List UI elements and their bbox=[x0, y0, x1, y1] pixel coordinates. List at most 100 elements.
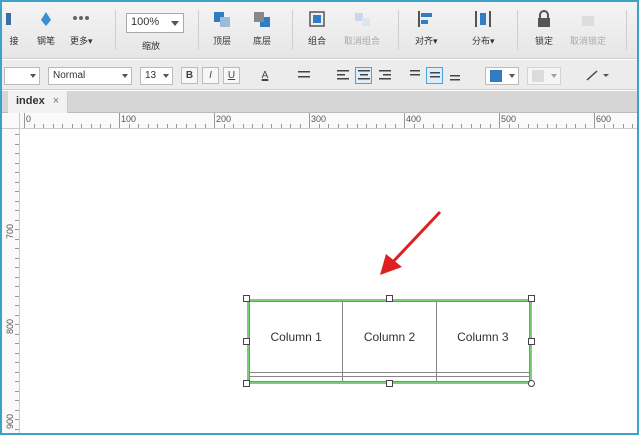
ruler-tick bbox=[15, 381, 19, 382]
bullet-list-button[interactable] bbox=[295, 67, 312, 84]
table-header-cell[interactable]: Column 1 bbox=[248, 301, 344, 373]
ruler-tick bbox=[489, 124, 491, 128]
ruler-tick bbox=[366, 124, 367, 128]
align-left-button[interactable] bbox=[334, 67, 351, 84]
ruler-tick bbox=[527, 124, 529, 128]
ungroup-button[interactable]: 取消组合 bbox=[344, 10, 380, 47]
pen-tool[interactable]: 钢笔 bbox=[36, 10, 56, 47]
chevron-down-icon bbox=[509, 74, 515, 78]
resize-handle-left[interactable] bbox=[243, 338, 250, 345]
ruler-tick bbox=[480, 124, 481, 128]
rotate-handle[interactable] bbox=[528, 380, 535, 387]
table-cell[interactable] bbox=[435, 376, 531, 382]
align-center-button[interactable] bbox=[355, 67, 372, 84]
bring-to-front-button[interactable]: 顶层 bbox=[212, 10, 232, 47]
ruler-tick bbox=[15, 191, 19, 192]
ruler-tick bbox=[404, 113, 405, 128]
bring-to-front-icon bbox=[214, 12, 230, 27]
ruler-tick bbox=[537, 124, 538, 128]
table-header-row: Column 1 Column 2 Column 3 bbox=[248, 301, 531, 373]
ruler-tick bbox=[242, 124, 244, 128]
table-header-cell[interactable]: Column 2 bbox=[342, 301, 437, 373]
resize-handle-right[interactable] bbox=[528, 338, 535, 345]
ruler-tick bbox=[508, 124, 510, 128]
valign-middle-button[interactable] bbox=[426, 67, 443, 84]
unlock-button[interactable]: 取消锁定 bbox=[570, 10, 606, 47]
more-icon bbox=[73, 16, 90, 20]
style-select[interactable]: Normal bbox=[48, 67, 132, 85]
ungroup-icon bbox=[355, 13, 370, 26]
ruler-tick bbox=[15, 419, 19, 420]
design-canvas[interactable] bbox=[21, 130, 637, 433]
valign-top-button[interactable] bbox=[406, 67, 423, 84]
distribute-icon bbox=[475, 11, 492, 27]
chevron-down-icon bbox=[30, 74, 36, 78]
valign-bottom-icon bbox=[449, 75, 460, 81]
ruler-tick bbox=[15, 229, 19, 230]
font-family-select[interactable] bbox=[4, 67, 40, 85]
ruler-tick bbox=[109, 124, 111, 128]
main-toolbar: 接 钢笔 更多▾ 100% 缩放 顶层 底层 组合 取消组合 对齐▾ 分布▾ 锁… bbox=[2, 2, 637, 59]
ruler-tick bbox=[546, 124, 548, 128]
ruler-tick bbox=[584, 124, 586, 128]
resize-handle-top[interactable] bbox=[386, 295, 393, 302]
group-button[interactable]: 组合 bbox=[307, 10, 327, 47]
ruler-corner bbox=[2, 113, 20, 129]
resize-handle-top-right[interactable] bbox=[528, 295, 535, 302]
border-color-picker[interactable] bbox=[527, 67, 561, 85]
ruler-tick bbox=[15, 286, 19, 287]
ruler-tick bbox=[185, 124, 187, 128]
border-color-swatch bbox=[532, 70, 544, 82]
line-style-button[interactable] bbox=[584, 67, 614, 84]
ruler-tick bbox=[15, 153, 19, 154]
ruler-tick bbox=[24, 113, 25, 128]
valign-bottom-button[interactable] bbox=[446, 67, 463, 84]
ruler-tick bbox=[128, 124, 130, 128]
align-icon bbox=[418, 11, 433, 27]
font-size-select[interactable]: 13 bbox=[140, 67, 173, 85]
italic-button[interactable]: I bbox=[202, 67, 219, 84]
ruler-tick bbox=[299, 124, 301, 128]
table-widget[interactable]: Column 1 Column 2 Column 3 bbox=[247, 299, 532, 384]
ruler-tick bbox=[15, 352, 19, 354]
ruler-tick bbox=[15, 134, 19, 135]
ruler-label: 600 bbox=[596, 114, 612, 124]
resize-handle-bottom[interactable] bbox=[386, 380, 393, 387]
align-right-button[interactable] bbox=[376, 67, 393, 84]
ruler-tick bbox=[15, 371, 19, 373]
table-header-cell[interactable]: Column 3 bbox=[435, 301, 531, 373]
underline-button[interactable]: U bbox=[223, 67, 240, 84]
lock-button[interactable]: 锁定 bbox=[534, 10, 554, 47]
more-tools-button[interactable]: 更多▾ bbox=[70, 10, 93, 47]
app-window: 接 钢笔 更多▾ 100% 缩放 顶层 底层 组合 取消组合 对齐▾ 分布▾ 锁… bbox=[0, 0, 639, 435]
lock-icon bbox=[538, 10, 550, 27]
align-center-icon bbox=[357, 70, 370, 80]
ruler-tick bbox=[71, 124, 73, 128]
close-icon[interactable]: × bbox=[53, 95, 59, 107]
list-icon bbox=[297, 71, 310, 78]
ruler-tick bbox=[290, 124, 291, 128]
table-cell[interactable] bbox=[248, 376, 344, 382]
ruler-tick bbox=[15, 143, 19, 145]
fill-color-picker[interactable] bbox=[485, 67, 519, 85]
ruler-tick bbox=[461, 124, 462, 128]
align-button[interactable]: 对齐▾ bbox=[415, 10, 438, 47]
text-color-button[interactable]: A bbox=[254, 67, 276, 84]
distribute-button[interactable]: 分布▾ bbox=[472, 10, 495, 47]
format-toolbar: Normal 13 B I U A bbox=[2, 60, 637, 90]
bold-button[interactable]: B bbox=[181, 67, 198, 84]
ruler-tick bbox=[499, 113, 500, 128]
ruler-tick bbox=[309, 113, 310, 128]
zoom-select[interactable]: 100% bbox=[126, 13, 184, 33]
send-to-back-button[interactable]: 底层 bbox=[252, 10, 272, 47]
ruler-tick bbox=[603, 124, 605, 128]
resize-handle-top-left[interactable] bbox=[243, 295, 250, 302]
table: Column 1 Column 2 Column 3 bbox=[248, 301, 531, 382]
tab-index[interactable]: index × bbox=[8, 91, 69, 113]
ruler-label: 0 bbox=[26, 114, 32, 124]
ruler-tick bbox=[632, 124, 633, 128]
resize-handle-bottom-left[interactable] bbox=[243, 380, 250, 387]
ruler-tick bbox=[81, 124, 82, 128]
ruler-tick bbox=[138, 124, 139, 128]
connector-tool[interactable]: 接 bbox=[4, 10, 24, 47]
